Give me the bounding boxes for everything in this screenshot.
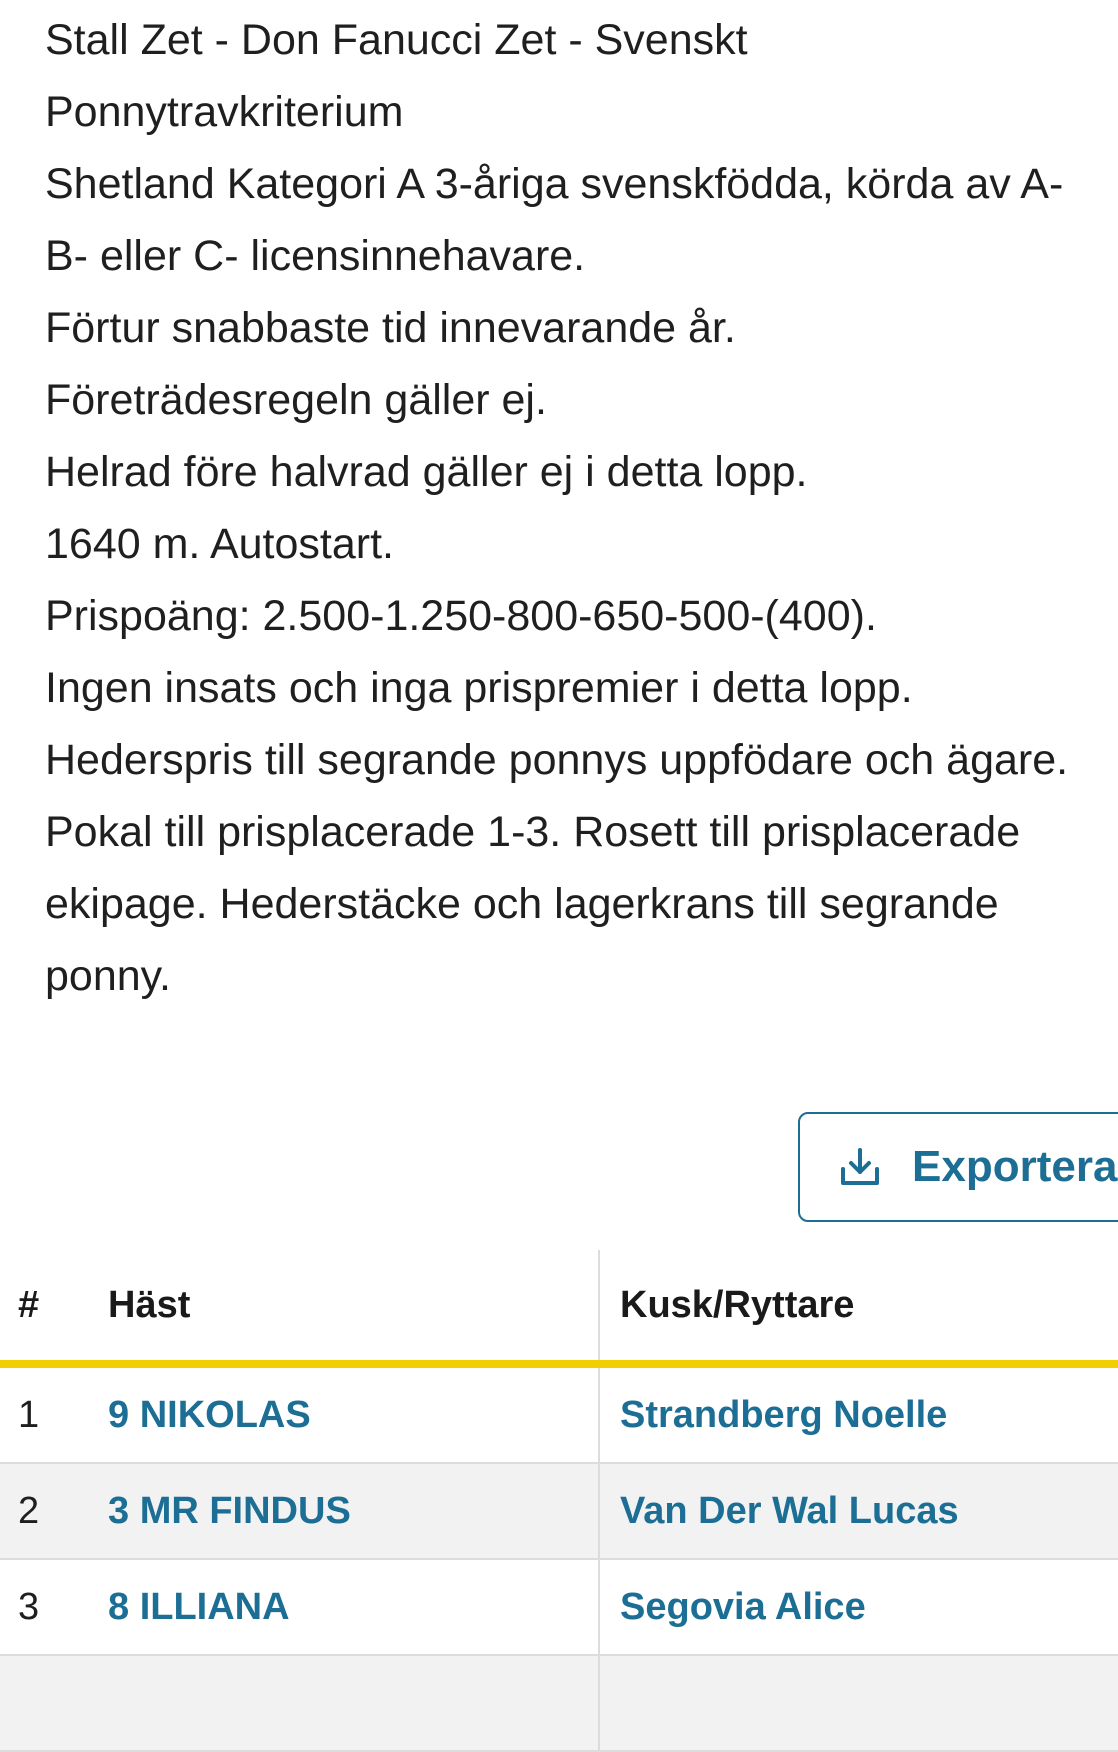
horse-link[interactable]: 3 MR FINDUS [108,1463,599,1560]
description-line: Helrad före halvrad gäller ej i detta lo… [45,448,808,496]
position-cell: 3 [0,1559,108,1656]
description-line: Hederspris till segrande ponnys uppfödar… [45,736,1069,1000]
description-line: Prispoäng: 2.500-1.250-800-650-500-(400)… [45,592,877,640]
description-line: 1640 m. Autostart. [45,520,394,568]
horse-link[interactable] [108,1655,599,1752]
description-line: Företrädesregeln gäller ej. [45,376,547,424]
export-label: Exportera [912,1142,1118,1191]
header-number[interactable]: # [0,1250,108,1368]
description-line: Ingen insats och inga prispremier i dett… [45,664,913,712]
table-header-row: # Häst Kusk/Ryttare [0,1250,1118,1368]
horse-link[interactable]: 9 NIKOLAS [108,1364,599,1464]
table-row: 1 9 NIKOLAS Strandberg Noelle [0,1364,1118,1464]
description-line: Stall Zet - Don Fanucci Zet - Svenskt Po… [45,16,748,136]
header-horse[interactable]: Häst [108,1250,599,1368]
table-row: 2 3 MR FINDUS Van Der Wal Lucas [0,1463,1118,1560]
description-line: Shetland Kategori A 3-åriga svenskfödda,… [45,160,1064,280]
description-line: Förtur snabbaste tid innevarande år. [45,304,736,352]
table-row [0,1655,1118,1752]
driver-link[interactable]: Van Der Wal Lucas [598,1463,1118,1560]
download-icon [838,1145,882,1189]
driver-link[interactable] [598,1655,1118,1752]
position-cell: 2 [0,1463,108,1560]
driver-link[interactable]: Segovia Alice [598,1559,1118,1656]
driver-link[interactable]: Strandberg Noelle [598,1364,1118,1464]
header-driver[interactable]: Kusk/Ryttare [598,1250,1118,1368]
table-row: 3 8 ILLIANA Segovia Alice [0,1559,1118,1656]
horse-link[interactable]: 8 ILLIANA [108,1559,599,1656]
race-description: Stall Zet - Don Fanucci Zet - Svenskt Po… [45,4,1105,1012]
position-cell: 1 [0,1364,108,1464]
position-cell [0,1655,108,1752]
export-button[interactable]: Exportera [798,1112,1118,1222]
